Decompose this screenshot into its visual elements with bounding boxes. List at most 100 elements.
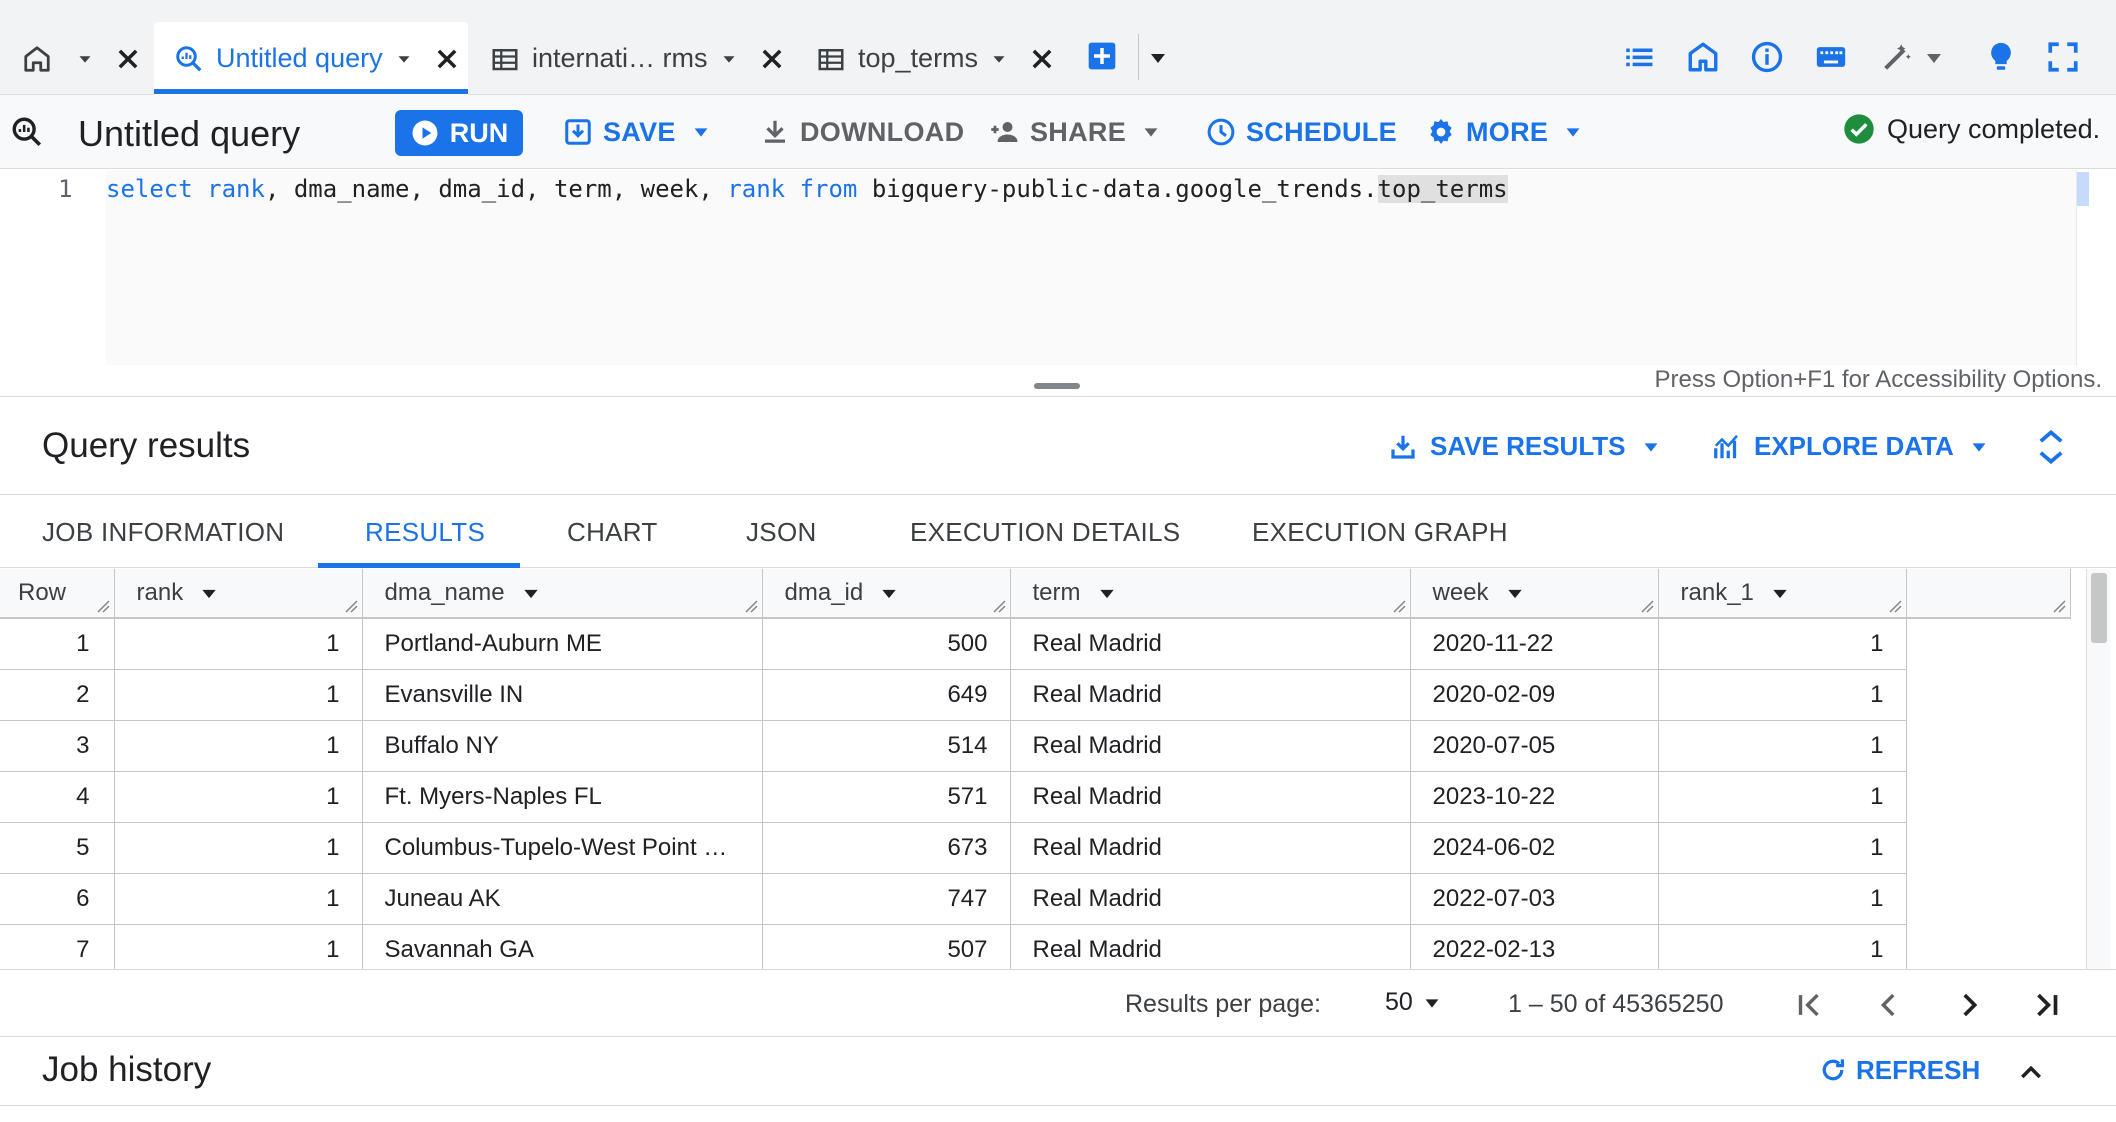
download-button[interactable]: DOWNLOAD bbox=[760, 95, 964, 169]
tab-execution-details[interactable]: EXECUTION DETAILS bbox=[910, 496, 1180, 568]
house-icon[interactable] bbox=[1686, 40, 1720, 74]
chevron-down-icon[interactable] bbox=[1640, 436, 1662, 458]
column-header-dma-name[interactable]: dma_name bbox=[362, 569, 763, 619]
tab-json[interactable]: JSON bbox=[746, 496, 817, 568]
table-cell-term[interactable]: Real Madrid bbox=[1010, 771, 1411, 823]
editor-scroll-marker[interactable] bbox=[2077, 172, 2089, 206]
previous-page-icon[interactable] bbox=[1872, 988, 1906, 1022]
chevron-down-icon[interactable] bbox=[1968, 436, 1990, 458]
table-cell-rank-1[interactable]: 1 bbox=[1658, 771, 1907, 823]
last-page-icon[interactable] bbox=[2030, 988, 2064, 1022]
column-resize-icon[interactable] bbox=[744, 599, 758, 613]
tab-home[interactable] bbox=[22, 22, 142, 95]
close-icon[interactable] bbox=[114, 45, 142, 73]
row-number-cell[interactable]: 3 bbox=[0, 720, 115, 772]
save-results-button[interactable]: SAVE RESULTS bbox=[1388, 398, 1662, 495]
chevron-down-icon[interactable] bbox=[74, 48, 96, 70]
table-cell-week[interactable]: 2020-02-09 bbox=[1410, 669, 1659, 721]
sql-editor[interactable]: 1 select rank, dma_name, dma_id, term, w… bbox=[0, 170, 2116, 397]
run-button[interactable]: RUN bbox=[395, 110, 523, 156]
table-row[interactable]: 6 1 Juneau AK 747 Real Madrid 2022-07-03 1 bbox=[0, 873, 2070, 925]
code-area[interactable]: select rank, dma_name, dma_id, term, wee… bbox=[106, 170, 2076, 365]
schedule-button[interactable]: SCHEDULE bbox=[1206, 95, 1397, 169]
table-cell-rank[interactable]: 1 bbox=[114, 720, 363, 772]
table-cell-rank[interactable]: 1 bbox=[114, 771, 363, 823]
table-cell-dma-name[interactable]: Evansville IN bbox=[362, 669, 763, 721]
table-cell-dma-name[interactable]: Columbus-Tupelo-West Point … bbox=[362, 822, 763, 874]
row-number-cell[interactable]: 1 bbox=[0, 618, 115, 670]
row-number-cell[interactable]: 2 bbox=[0, 669, 115, 721]
close-icon[interactable] bbox=[433, 45, 461, 73]
magic-wand-icon[interactable] bbox=[1880, 40, 1914, 74]
table-cell-dma-id[interactable]: 571 bbox=[762, 771, 1011, 823]
table-row[interactable]: 2 1 Evansville IN 649 Real Madrid 2020-02-09 1 bbox=[0, 669, 2070, 721]
column-resize-icon[interactable] bbox=[1640, 599, 1654, 613]
sort-chevron-down-icon[interactable] bbox=[199, 584, 219, 604]
column-resize-icon[interactable] bbox=[96, 599, 110, 613]
close-icon[interactable] bbox=[758, 45, 786, 73]
explore-data-button[interactable]: EXPLORE DATA bbox=[1712, 398, 1990, 495]
expand-collapse-icon[interactable] bbox=[2036, 428, 2066, 466]
table-row[interactable]: 1 1 Portland-Auburn ME 500 Real Madrid 2020-1… bbox=[0, 618, 2070, 670]
table-cell-dma-id[interactable]: 747 bbox=[762, 873, 1011, 925]
next-page-icon[interactable] bbox=[1952, 988, 1986, 1022]
table-cell-term[interactable]: Real Madrid bbox=[1010, 669, 1411, 721]
table-cell-dma-name[interactable]: Savannah GA bbox=[362, 924, 763, 969]
editor-resize-handle[interactable] bbox=[1034, 383, 1080, 389]
table-row[interactable]: 4 1 Ft. Myers-Naples FL 571 Real Madrid 2023-… bbox=[0, 771, 2070, 823]
tab-execution-graph[interactable]: EXECUTION GRAPH bbox=[1252, 496, 1508, 568]
tab-results[interactable]: RESULTS bbox=[365, 496, 485, 568]
new-tab-plus-icon[interactable] bbox=[1086, 40, 1118, 72]
column-header-rank-1[interactable]: rank_1 bbox=[1658, 569, 1907, 619]
sort-chevron-down-icon[interactable] bbox=[1505, 584, 1525, 604]
table-cell-rank-1[interactable]: 1 bbox=[1658, 873, 1907, 925]
chevron-up-icon[interactable] bbox=[2016, 1057, 2046, 1087]
column-header-dma-id[interactable]: dma_id bbox=[762, 569, 1011, 619]
table-cell-rank[interactable]: 1 bbox=[114, 822, 363, 874]
tab-top-terms[interactable]: top_terms bbox=[816, 22, 1056, 95]
tab-job-information[interactable]: JOB INFORMATION bbox=[42, 496, 284, 568]
list-icon[interactable] bbox=[1622, 40, 1656, 74]
table-cell-rank-1[interactable]: 1 bbox=[1658, 720, 1907, 772]
table-cell-dma-id[interactable]: 673 bbox=[762, 822, 1011, 874]
table-cell-week[interactable]: 2020-07-05 bbox=[1410, 720, 1659, 772]
table-cell-term[interactable]: Real Madrid bbox=[1010, 873, 1411, 925]
table-cell-week[interactable]: 2022-02-13 bbox=[1410, 924, 1659, 969]
table-cell-dma-name[interactable]: Buffalo NY bbox=[362, 720, 763, 772]
save-button[interactable]: SAVE bbox=[563, 95, 712, 169]
table-scrollbar[interactable] bbox=[2086, 569, 2110, 969]
keyboard-icon[interactable] bbox=[1814, 40, 1848, 74]
scrollbar-thumb[interactable] bbox=[2091, 573, 2107, 643]
share-button[interactable]: SHARE bbox=[990, 95, 1162, 169]
row-number-cell[interactable]: 7 bbox=[0, 924, 115, 969]
table-cell-dma-id[interactable]: 507 bbox=[762, 924, 1011, 969]
results-per-page-select[interactable]: 50 bbox=[1385, 988, 1443, 1017]
table-row[interactable]: 3 1 Buffalo NY 514 Real Madrid 2020-07-05 1 bbox=[0, 720, 2070, 772]
table-row[interactable]: 5 1 Columbus-Tupelo-West Point … 673 Real Ma… bbox=[0, 822, 2070, 874]
info-icon[interactable] bbox=[1750, 40, 1784, 74]
table-cell-dma-name[interactable]: Portland-Auburn ME bbox=[362, 618, 763, 670]
chevron-down-icon[interactable] bbox=[1922, 46, 1946, 70]
sort-chevron-down-icon[interactable] bbox=[521, 584, 541, 604]
tab-international-terms[interactable]: internati… rms bbox=[490, 22, 786, 95]
refresh-button[interactable]: REFRESH bbox=[1818, 1037, 1980, 1103]
sort-chevron-down-icon[interactable] bbox=[879, 584, 899, 604]
table-cell-dma-name[interactable]: Ft. Myers-Naples FL bbox=[362, 771, 763, 823]
table-cell-dma-name[interactable]: Juneau AK bbox=[362, 873, 763, 925]
table-cell-term[interactable]: Real Madrid bbox=[1010, 720, 1411, 772]
table-cell-rank[interactable]: 1 bbox=[114, 873, 363, 925]
row-number-cell[interactable]: 6 bbox=[0, 873, 115, 925]
table-cell-week[interactable]: 2024-06-02 bbox=[1410, 822, 1659, 874]
chevron-down-icon[interactable] bbox=[690, 121, 712, 143]
table-cell-week[interactable]: 2022-07-03 bbox=[1410, 873, 1659, 925]
chevron-down-icon[interactable] bbox=[393, 48, 415, 70]
table-cell-term[interactable]: Real Madrid bbox=[1010, 924, 1411, 969]
column-header-week[interactable]: week bbox=[1410, 569, 1659, 619]
query-title[interactable]: Untitled query bbox=[78, 113, 300, 155]
sort-chevron-down-icon[interactable] bbox=[1770, 584, 1790, 604]
table-cell-rank-1[interactable]: 1 bbox=[1658, 924, 1907, 969]
tab-untitled-query[interactable]: Untitled query bbox=[154, 22, 468, 95]
table-cell-dma-id[interactable]: 514 bbox=[762, 720, 1011, 772]
column-header-rank[interactable]: rank bbox=[114, 569, 363, 619]
column-resize-icon[interactable] bbox=[344, 599, 358, 613]
